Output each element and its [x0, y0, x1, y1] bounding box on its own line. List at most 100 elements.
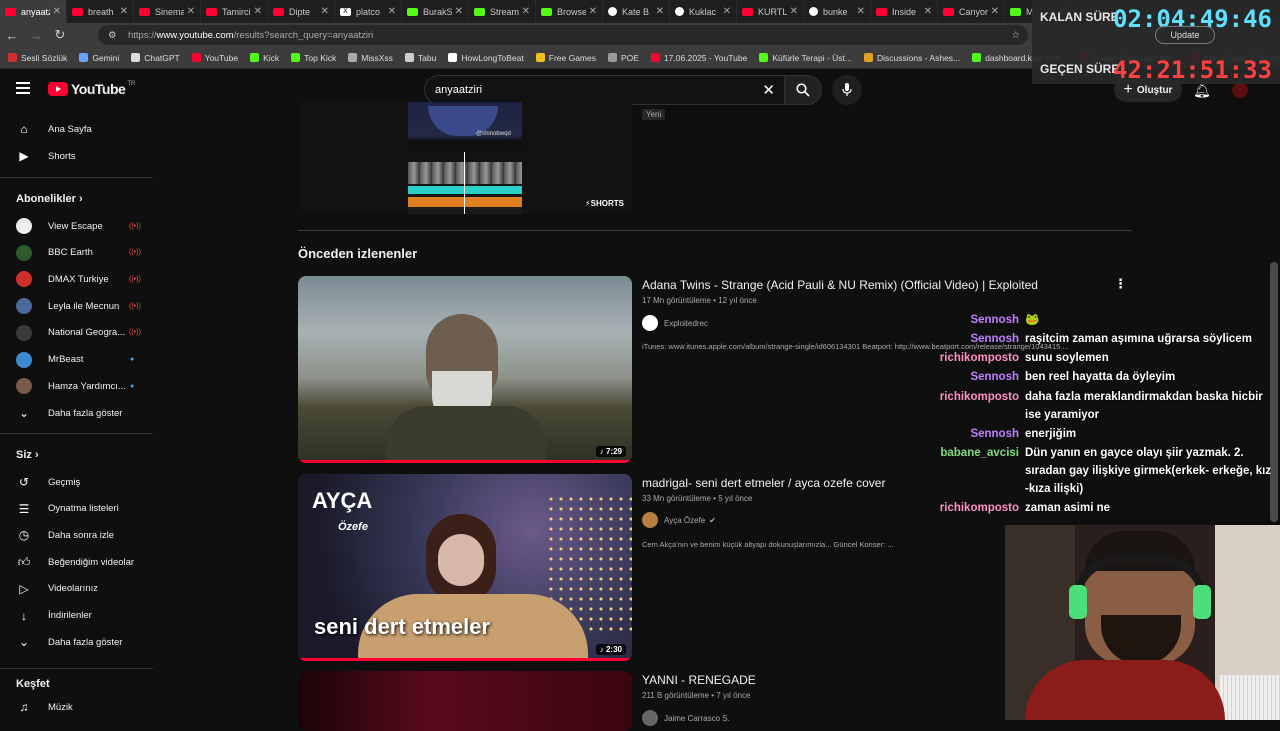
sidebar-item-playlist[interactable]: ☰ Oynatma listeleri — [0, 496, 155, 522]
browser-tab[interactable]: anyaatz ✕ — [0, 0, 67, 23]
address-bar[interactable]: ⚙ https://www.youtube.com/results?search… — [98, 25, 1028, 45]
sidebar-item-shorts[interactable]: ▶ Shorts — [0, 143, 155, 169]
sidebar-item-history[interactable]: ↺ Geçmiş — [0, 469, 155, 495]
browser-tab[interactable]: Canyor ✕ — [938, 0, 1005, 23]
close-tab-icon[interactable]: ✕ — [656, 6, 664, 17]
bookmark-item[interactable]: Gemini — [79, 53, 119, 63]
close-tab-icon[interactable]: ✕ — [388, 6, 396, 17]
bookmark-star-icon[interactable]: ☆ — [1011, 30, 1020, 41]
bookmark-item[interactable]: YouTube — [191, 53, 238, 63]
video-title-1[interactable]: Adana Twins - Strange (Acid Pauli & NU R… — [642, 278, 1038, 292]
bookmark-item[interactable]: 17.06.2025 - YouTube — [650, 53, 747, 63]
chat-username[interactable]: Sennosh — [970, 425, 1019, 443]
reload-icon[interactable]: ↻ — [48, 23, 72, 47]
subscription-item[interactable]: BBC Earth ((•)) — [0, 240, 155, 266]
browser-tab[interactable]: Inside ✕ — [871, 0, 938, 23]
update-button[interactable]: Update — [1155, 26, 1215, 44]
bookmark-item[interactable]: Tabu — [404, 53, 436, 63]
menu-icon[interactable] — [16, 82, 30, 94]
sidebar-item-music[interactable]: ♫ Müzik — [0, 694, 155, 720]
browser-tab[interactable]: Browse ✕ — [536, 0, 603, 23]
more-actions-icon[interactable]: ⋮ — [1114, 276, 1127, 292]
subscriptions-heading[interactable]: Abonelikler › — [16, 193, 83, 205]
subscription-item[interactable]: Leyla ile Mecnun ((•)) — [0, 293, 155, 319]
close-tab-icon[interactable]: ✕ — [924, 6, 932, 17]
browser-tab[interactable]: Xplatco ✕ — [335, 0, 402, 23]
chat-username[interactable]: richikomposto — [940, 388, 1019, 406]
close-tab-icon[interactable]: ✕ — [53, 6, 61, 17]
chat-username[interactable]: babane_avcisi — [940, 444, 1019, 462]
back-icon[interactable]: ← — [0, 23, 24, 47]
close-tab-icon[interactable]: ✕ — [120, 6, 128, 17]
chat-username[interactable]: Sennosh — [970, 368, 1019, 386]
forward-icon[interactable]: → — [24, 23, 48, 47]
close-tab-icon[interactable]: ✕ — [522, 6, 530, 17]
bookmark-icon — [535, 53, 545, 62]
browser-tab[interactable]: Sinema ✕ — [134, 0, 201, 23]
browser-tab[interactable]: Stream ✕ — [469, 0, 536, 23]
notifications-icon[interactable]: 🔔︎ — [1193, 82, 1211, 99]
subscription-item[interactable]: Hamza Yardımcı... ● — [0, 373, 155, 399]
close-tab-icon[interactable]: ✕ — [790, 6, 798, 17]
channel-link-3[interactable]: Jaime Carrasco S. — [642, 710, 730, 726]
subscription-item[interactable]: MrBeast ● — [0, 347, 155, 373]
page-scrollbar[interactable] — [1270, 262, 1278, 522]
close-tab-icon[interactable]: ✕ — [254, 6, 262, 17]
close-tab-icon[interactable]: ✕ — [321, 6, 329, 17]
you-show-more[interactable]: ⌄ Daha fazla göster — [0, 629, 155, 655]
subscription-item[interactable]: View Escape ((•)) — [0, 213, 155, 239]
subscription-item[interactable]: DMAX Turkiye ((•)) — [0, 266, 155, 292]
account-avatar[interactable] — [1232, 82, 1248, 98]
close-tab-icon[interactable]: ✕ — [991, 6, 999, 17]
browser-tab[interactable]: Tamirci ✕ — [201, 0, 268, 23]
bookmark-item[interactable]: Top Kick — [291, 53, 336, 63]
browser-tab[interactable]: BurakS ✕ — [402, 0, 469, 23]
youtube-logo[interactable]: YouTube TR — [48, 81, 135, 97]
chat-username[interactable]: Sennosh — [970, 311, 1019, 329]
channel-link-2[interactable]: Ayça Özefe ✔ — [642, 512, 716, 528]
sidebar-item-download[interactable]: ↓ İndirilenler — [0, 603, 155, 629]
close-tab-icon[interactable]: ✕ — [589, 6, 597, 17]
voice-search-button[interactable] — [832, 75, 862, 105]
video-thumbnail-3[interactable] — [298, 671, 632, 731]
sidebar-item-home[interactable]: ⌂ Ana Sayfa — [0, 116, 155, 142]
browser-tab[interactable]: breath ✕ — [67, 0, 134, 23]
chat-username[interactable]: richikomposto — [940, 349, 1019, 367]
top-result-thumbnail[interactable]: @shinobwqd ⚡SHORTS — [298, 102, 632, 214]
browser-tab[interactable]: bunke ✕ — [804, 0, 871, 23]
sidebar-item-your-videos[interactable]: ▷ Videolarınız — [0, 576, 155, 602]
close-tab-icon[interactable]: ✕ — [187, 6, 195, 17]
video-thumbnail-2[interactable]: AYÇA Özefe seni dert etmeler ♪ 2:30 — [298, 474, 632, 661]
sidebar-item-watch-later[interactable]: ◷ Daha sonra izle — [0, 522, 155, 548]
search-input[interactable]: anyaatziri ✕ — [424, 75, 786, 105]
bookmark-item[interactable]: Küfürle Terapi - Üst... — [759, 53, 852, 63]
bookmark-item[interactable]: Kick — [250, 53, 279, 63]
site-info-icon[interactable]: ⚙ — [108, 30, 117, 41]
close-tab-icon[interactable]: ✕ — [857, 6, 865, 17]
clear-search-icon[interactable]: ✕ — [762, 81, 775, 99]
video-title-3[interactable]: YANNI - RENEGADE — [642, 673, 756, 687]
bookmark-item[interactable]: ChatGPT — [131, 53, 180, 63]
video-title-2[interactable]: madrigal- seni dert etmeler / ayca ozefe… — [642, 476, 885, 490]
browser-tab[interactable]: KURTL ✕ — [737, 0, 804, 23]
you-heading[interactable]: Siz › — [16, 449, 39, 461]
sidebar-item-like[interactable]: 👍︎ Beğendiğim videolar — [0, 549, 155, 575]
search-button[interactable] — [784, 75, 822, 105]
close-tab-icon[interactable]: ✕ — [723, 6, 731, 17]
channel-link-1[interactable]: Exploitedrec — [642, 315, 708, 331]
close-tab-icon[interactable]: ✕ — [455, 6, 463, 17]
chat-username[interactable]: Sennosh — [970, 330, 1019, 348]
browser-tab[interactable]: Kuklac ✕ — [670, 0, 737, 23]
bookmark-item[interactable]: Free Games — [535, 53, 596, 63]
browser-tab[interactable]: Dipte ✕ — [268, 0, 335, 23]
bookmark-item[interactable]: POE — [608, 53, 639, 63]
subscription-item[interactable]: National Geogra... ((•)) — [0, 320, 155, 346]
browser-tab[interactable]: Kate B ✕ — [603, 0, 670, 23]
video-thumbnail-1[interactable]: ♪ 7:29 — [298, 276, 632, 463]
bookmark-item[interactable]: Sesli Sözlük — [8, 53, 67, 63]
bookmark-item[interactable]: HowLongToBeat — [448, 53, 524, 63]
subscriptions-show-more[interactable]: ⌄ Daha fazla göster — [0, 400, 155, 426]
bookmark-item[interactable]: MissXss — [348, 53, 393, 63]
bookmark-item[interactable]: Discussions - Ashes... — [864, 53, 960, 63]
chat-username[interactable]: richikomposto — [940, 499, 1019, 517]
